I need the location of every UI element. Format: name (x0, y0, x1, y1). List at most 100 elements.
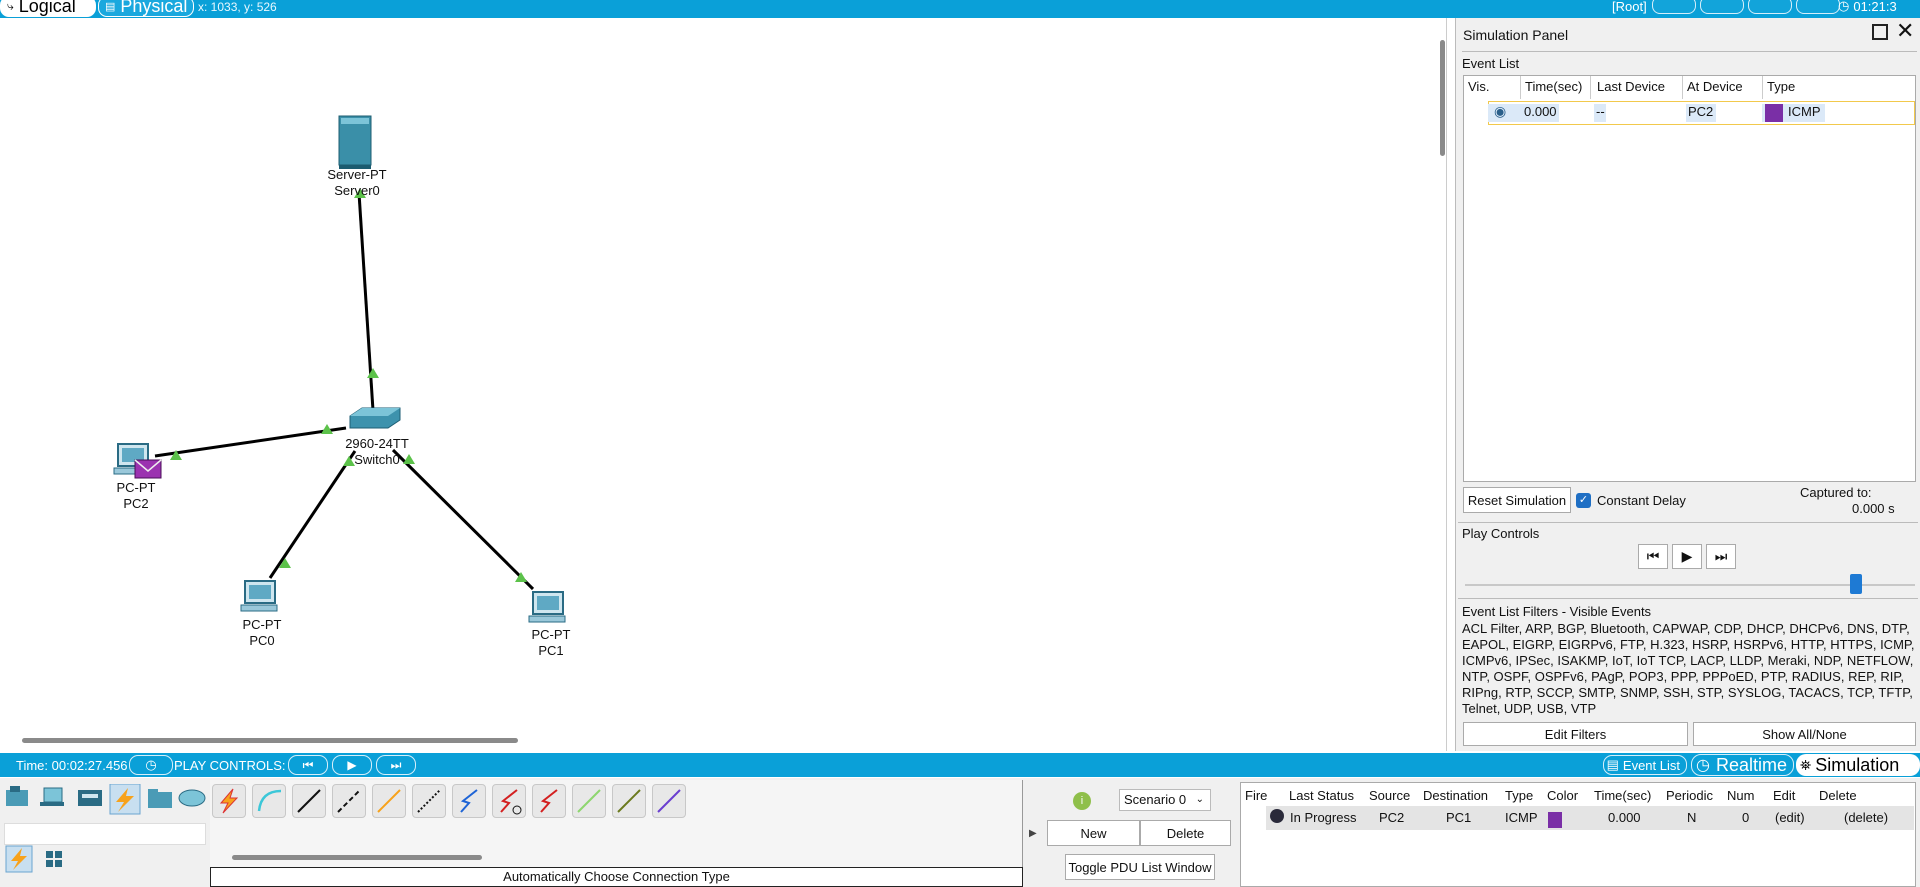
captured-to-label: Captured to: (1800, 485, 1872, 500)
reset-simulation-button[interactable]: Reset Simulation (1463, 487, 1571, 513)
logical-icon: ⤷ (7, 0, 14, 13)
copper-straight-icon[interactable] (292, 784, 326, 818)
column-divider (1590, 76, 1591, 99)
device-label-pc2[interactable]: PC-PT PC2 (108, 480, 164, 512)
close-icon[interactable]: ✕ (1896, 20, 1914, 42)
realtime-mode-button[interactable]: ◷ Realtime (1691, 754, 1794, 776)
pdu-column-type[interactable]: Type (1505, 788, 1533, 803)
delete-scenario-button[interactable]: Delete (1140, 820, 1231, 846)
clock[interactable]: ◷ 01:21:3 (1838, 0, 1897, 14)
restore-icon[interactable] (1872, 24, 1888, 40)
workspace-horizontal-scrollbar[interactable] (22, 738, 518, 743)
fiber-icon[interactable] (372, 784, 406, 818)
device-model: 2960-24TT (345, 436, 409, 451)
octal-cable-icon[interactable] (572, 784, 606, 818)
new-scenario-button[interactable]: New (1047, 820, 1140, 846)
automatic-connection-icon[interactable] (212, 784, 246, 818)
serial-dte-icon[interactable] (532, 784, 566, 818)
new-cluster-button[interactable] (1700, 0, 1744, 14)
constant-delay-checkbox[interactable]: ✓ (1576, 493, 1591, 508)
eye-icon[interactable]: ◉ (1494, 103, 1506, 120)
event-list-label: Event List (1622, 757, 1680, 773)
play-button[interactable]: ▶ (1672, 544, 1702, 569)
column-header-time[interactable]: Time(sec) (1525, 79, 1582, 94)
device-label-switch0[interactable]: 2960-24TT Switch0 (338, 436, 416, 468)
play-controls-title: Play Controls (1462, 526, 1540, 541)
play-icon: ▶ (347, 758, 357, 772)
topology-canvas[interactable] (0, 18, 1440, 738)
pdu-column-num[interactable]: Num (1727, 788, 1754, 803)
pc-icon (240, 580, 278, 612)
scenario-select[interactable]: Scenario 0 ⌄ (1119, 789, 1211, 811)
show-all-none-button[interactable]: Show All/None (1693, 722, 1916, 746)
pdu-column-last-status[interactable]: Last Status (1289, 788, 1354, 803)
coaxial-icon[interactable] (452, 784, 486, 818)
move-object-button[interactable] (1748, 0, 1792, 14)
device-name: PC2 (123, 496, 149, 511)
back-button[interactable] (1652, 0, 1696, 14)
iot-cable-icon[interactable] (612, 784, 646, 818)
connections-icon (109, 784, 141, 815)
connections-scrollbar[interactable] (232, 855, 482, 860)
pdu-delete-link[interactable]: (delete) (1844, 810, 1888, 825)
column-header-vis[interactable]: Vis. (1468, 79, 1489, 94)
connection-type-description: Automatically Choose Connection Type (210, 867, 1023, 887)
step-forward-bar-button[interactable]: ⏭ (376, 755, 416, 775)
pdu-column-source[interactable]: Source (1369, 788, 1410, 803)
pdu-column-destination[interactable]: Destination (1423, 788, 1488, 803)
device-search-box[interactable] (4, 823, 206, 845)
fire-icon[interactable] (1270, 809, 1284, 823)
serial-dce-icon[interactable] (492, 784, 526, 818)
switch-icon (349, 407, 401, 429)
column-header-type[interactable]: Type (1767, 79, 1795, 94)
pdu-type: ICMP (1505, 810, 1538, 825)
multiuser-icon (178, 789, 206, 807)
pdu-column-time[interactable]: Time(sec) (1594, 788, 1651, 803)
pdu-column-edit[interactable]: Edit (1773, 788, 1795, 803)
pdu-column-fire[interactable]: Fire (1245, 788, 1267, 803)
reset-time-button[interactable]: ◷ (129, 755, 173, 775)
edit-filters-button[interactable]: Edit Filters (1463, 722, 1688, 746)
event-color-swatch (1765, 104, 1783, 122)
device-label-server0[interactable]: Server-PT Server0 (320, 167, 394, 199)
phone-cable-icon[interactable] (412, 784, 446, 818)
info-icon[interactable]: i (1073, 792, 1091, 810)
device-name: PC1 (538, 643, 564, 658)
pdu-color-swatch (1548, 812, 1562, 828)
column-header-last-device[interactable]: Last Device (1597, 79, 1665, 94)
pdu-edit-link[interactable]: (edit) (1775, 810, 1805, 825)
console-cable-icon[interactable] (252, 784, 286, 818)
step-back-button[interactable]: ⏮ (1638, 544, 1668, 569)
chevron-down-icon: ⌄ (1195, 794, 1204, 805)
device-label-pc0[interactable]: PC-PT PC0 (234, 617, 290, 649)
device-model: Server-PT (327, 167, 387, 182)
device-label-pc1[interactable]: PC-PT PC1 (523, 627, 579, 659)
set-background-button[interactable] (1796, 0, 1840, 14)
play-bar-button[interactable]: ▶ (332, 755, 372, 775)
simulation-mode-button[interactable]: ⛯ Simulation (1796, 754, 1920, 776)
device-name: Switch0 (354, 452, 400, 467)
device-name: Server0 (334, 183, 380, 198)
collapse-arrow-icon[interactable]: ▶ (1029, 828, 1037, 839)
toggle-pdu-list-button[interactable]: Toggle PDU List Window (1065, 854, 1215, 880)
speed-slider-track[interactable] (1465, 584, 1915, 586)
pdu-time: 0.000 (1608, 810, 1641, 825)
pdu-column-color[interactable]: Color (1547, 788, 1578, 803)
root-label[interactable]: [Root] (1612, 0, 1647, 14)
tab-logical[interactable]: ⤷ Logical (0, 0, 96, 17)
pdu-row[interactable] (1266, 806, 1914, 830)
step-back-bar-button[interactable]: ⏮ (288, 755, 328, 775)
pdu-column-periodic[interactable]: Periodic (1666, 788, 1713, 803)
step-forward-button[interactable]: ⏭ (1706, 544, 1736, 569)
event-list-icon: ▤ (1606, 757, 1619, 772)
event-list-toggle-button[interactable]: ▤ Event List (1603, 755, 1687, 775)
workspace-vertical-scrollbar[interactable] (1440, 40, 1445, 156)
pdu-column-delete[interactable]: Delete (1819, 788, 1857, 803)
speed-slider-thumb[interactable] (1850, 574, 1862, 594)
usb-cable-icon[interactable] (652, 784, 686, 818)
pdu-destination: PC1 (1446, 810, 1472, 825)
event-list-table[interactable] (1463, 75, 1916, 482)
tab-physical[interactable]: ▤ Physical (98, 0, 194, 17)
copper-cross-icon[interactable] (332, 784, 366, 818)
column-header-at-device[interactable]: At Device (1687, 79, 1743, 94)
